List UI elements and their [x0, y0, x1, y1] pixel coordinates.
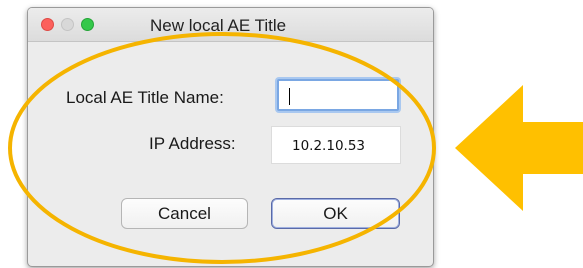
- window-title: New local AE Title: [150, 16, 287, 35]
- ip-address-label: IP Address:: [149, 134, 236, 153]
- title-bar: New local AE Title: [28, 8, 433, 42]
- ae-title-input[interactable]: [277, 79, 399, 111]
- text-caret: [289, 88, 290, 105]
- ae-title-label: Local AE Title Name:: [66, 88, 224, 107]
- minimize-icon: [61, 18, 74, 31]
- new-ae-title-dialog: New local AE Title Local AE Title Name: …: [27, 7, 434, 267]
- cancel-button[interactable]: Cancel: [121, 198, 248, 229]
- close-icon[interactable]: [41, 18, 54, 31]
- ok-button[interactable]: OK: [271, 198, 400, 229]
- ip-address-field[interactable]: 10.2.10.53: [271, 126, 401, 164]
- pointer-arrow: [455, 85, 583, 211]
- zoom-icon[interactable]: [81, 18, 94, 31]
- screenshot-stage: New local AE Title Local AE Title Name: …: [0, 0, 583, 268]
